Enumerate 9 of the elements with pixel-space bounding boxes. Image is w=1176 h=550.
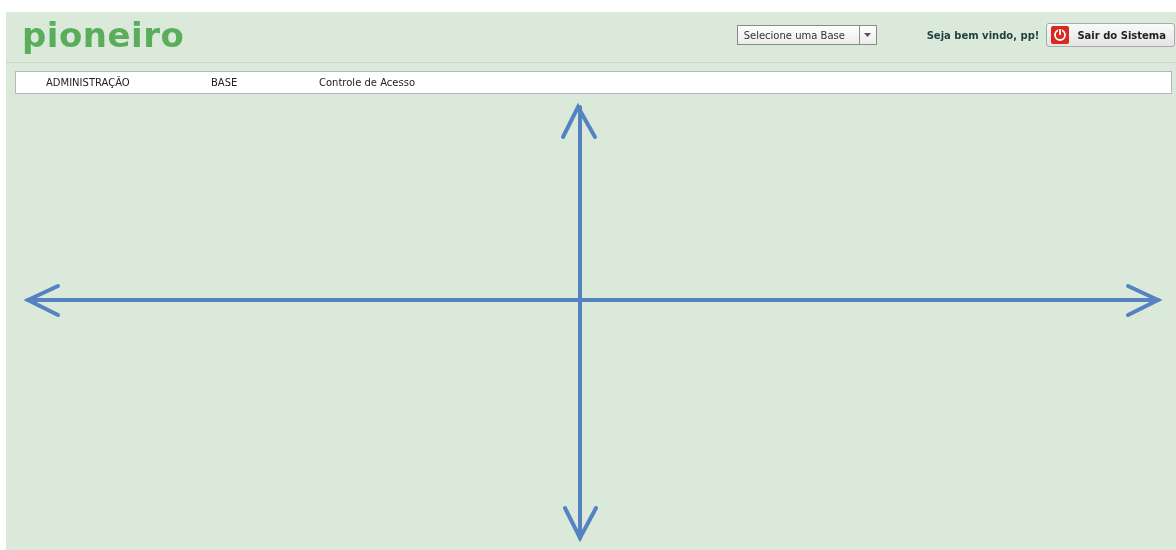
logo: pioneiro xyxy=(22,18,185,52)
menu-item[interactable]: ADMINISTRAÇÃO xyxy=(46,77,211,88)
power-icon xyxy=(1051,26,1070,44)
menu-item[interactable]: Controle de Acesso xyxy=(319,77,439,88)
base-select[interactable]: Selecione uma Base xyxy=(736,25,877,45)
menu-item[interactable]: BASE xyxy=(211,77,319,88)
welcome-message: Seja bem vindo, pp! xyxy=(926,29,1040,41)
dropdown-caret-icon xyxy=(864,33,872,37)
logout-button[interactable]: Sair do Sistema xyxy=(1046,23,1175,47)
